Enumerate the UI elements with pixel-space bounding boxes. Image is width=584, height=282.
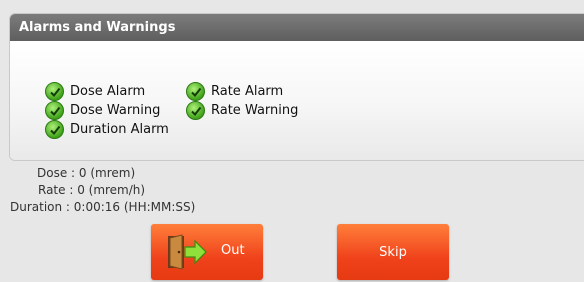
rate-reading: Rate : 0 (mrem/h): [38, 183, 146, 197]
alarm-label: Rate Alarm: [211, 84, 284, 99]
panel-title: Alarms and Warnings: [10, 14, 584, 41]
check-icon: [45, 101, 64, 120]
dose-reading: Dose : 0 (mrem): [37, 166, 136, 180]
skip-button[interactable]: Skip: [337, 224, 449, 280]
alarm-label: Dose Alarm: [70, 84, 146, 99]
alarm-item-rate-warning: Rate Warning: [186, 101, 298, 120]
out-button[interactable]: Out: [151, 224, 263, 280]
check-icon: [186, 82, 205, 101]
skip-button-label: Skip: [379, 244, 407, 260]
duration-reading: Duration : 0:00:16 (HH:MM:SS): [10, 200, 196, 214]
panel-body: Dose Alarm Dose Warning Duration Alarm R…: [10, 41, 584, 160]
check-icon: [45, 82, 64, 101]
alarms-panel: Alarms and Warnings Dose Alarm Dose Warn…: [9, 13, 584, 161]
exit-door-icon: [168, 234, 207, 270]
check-icon: [186, 101, 205, 120]
alarm-item-rate-alarm: Rate Alarm: [186, 82, 283, 101]
alarm-item-duration-alarm: Duration Alarm: [45, 120, 169, 139]
alarm-label: Dose Warning: [70, 103, 161, 118]
alarm-label: Duration Alarm: [70, 122, 169, 137]
check-icon: [45, 120, 64, 139]
alarm-item-dose-alarm: Dose Alarm: [45, 82, 145, 101]
out-button-label: Out: [221, 243, 245, 258]
alarm-item-dose-warning: Dose Warning: [45, 101, 160, 120]
alarm-label: Rate Warning: [211, 103, 299, 118]
